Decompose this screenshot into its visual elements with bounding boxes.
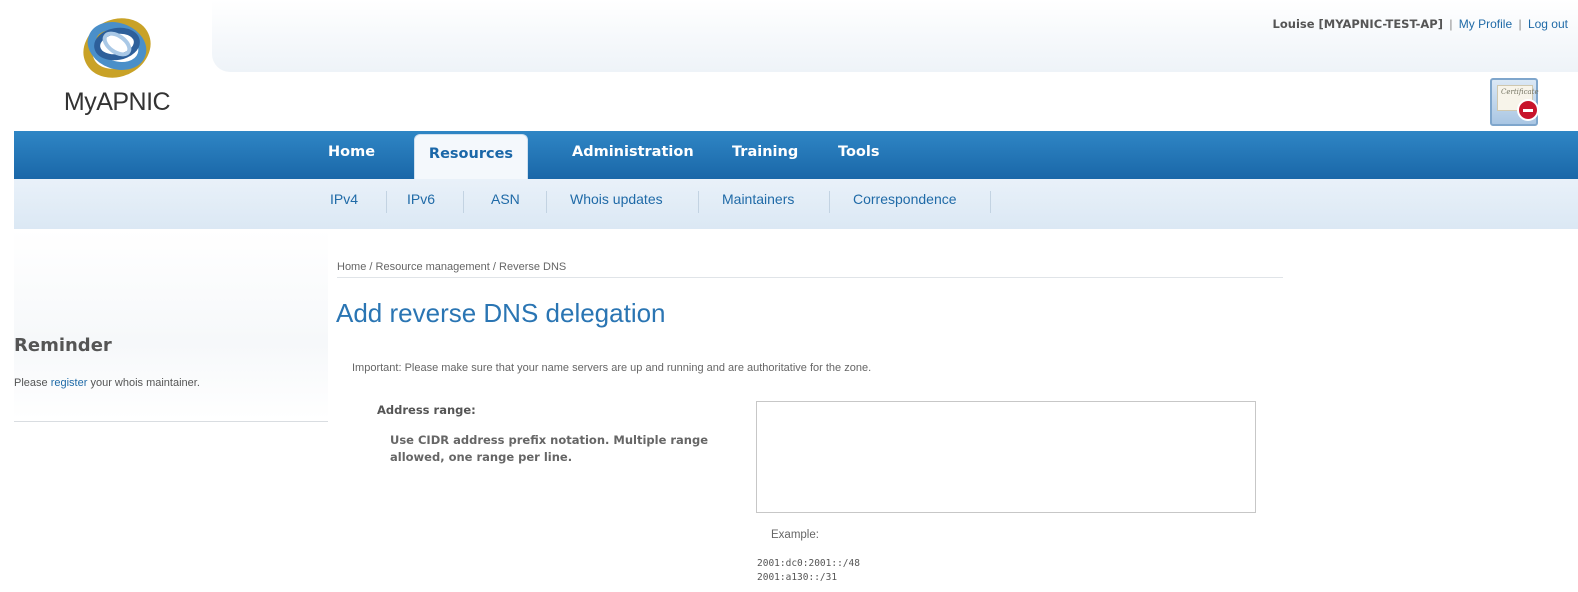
certificate-label: Certificate — [1501, 88, 1539, 96]
no-entry-icon — [1517, 99, 1539, 121]
sidebar-divider — [14, 421, 328, 422]
log-out-link[interactable]: Log out — [1528, 17, 1568, 31]
example-label: Example: — [771, 529, 819, 541]
subnav-asn[interactable]: ASN — [491, 191, 520, 207]
user-bar: Louise [MYAPNIC-TEST-AP] | My Profile | … — [1273, 17, 1568, 31]
reminder-text: Please register your whois maintainer. — [14, 377, 200, 389]
subnav-correspondence[interactable]: Correspondence — [853, 191, 957, 207]
header-band — [212, 0, 1578, 72]
myapnic-logo[interactable]: MyAPNIC — [52, 6, 182, 122]
breadcrumb: Home / Resource management / Reverse DNS — [337, 261, 567, 273]
subnav-whois-updates[interactable]: Whois updates — [570, 191, 663, 207]
subnav-divider — [386, 191, 387, 213]
subnav-maintainers[interactable]: Maintainers — [722, 191, 794, 207]
nav-training[interactable]: Training — [732, 131, 798, 179]
reminder-suffix: your whois maintainer. — [90, 377, 200, 389]
separator: | — [1449, 17, 1453, 31]
breadcrumb-divider — [337, 277, 1283, 278]
nav-administration[interactable]: Administration — [572, 131, 694, 179]
subnav-divider — [829, 191, 830, 213]
subnav-divider — [990, 191, 991, 213]
separator: | — [1518, 17, 1522, 31]
register-link[interactable]: register — [51, 377, 88, 389]
my-profile-link[interactable]: My Profile — [1459, 17, 1512, 31]
nav-home[interactable]: Home — [328, 131, 375, 179]
nav-tools[interactable]: Tools — [838, 131, 880, 179]
certificate-status-button[interactable]: Certificate — [1490, 78, 1539, 126]
page-header: MyAPNIC Louise [MYAPNIC-TEST-AP] | My Pr… — [0, 0, 1578, 131]
subnav-ipv4[interactable]: IPv4 — [330, 191, 358, 207]
apnic-swirl-icon — [83, 18, 151, 78]
important-notice: Important: Please make sure that your na… — [352, 362, 872, 374]
main-nav: Home Resources Administration Training T… — [14, 131, 1578, 179]
subnav-divider — [546, 191, 547, 213]
reminder-heading: Reminder — [14, 335, 112, 356]
address-range-help: Use CIDR address prefix notation. Multip… — [390, 433, 709, 464]
logo-text: MyAPNIC — [63, 88, 171, 116]
subnav-divider — [463, 191, 464, 213]
sidebar — [14, 229, 328, 419]
nav-resources[interactable]: Resources — [414, 134, 528, 179]
subnav-ipv6[interactable]: IPv6 — [407, 191, 435, 207]
example-ipv6-range: 2001:dc0:2001::/48 — [757, 558, 860, 569]
page-title: Add reverse DNS delegation — [336, 298, 666, 328]
example-ipv6-range: 2001:a130::/31 — [757, 572, 838, 583]
subnav-divider — [698, 191, 699, 213]
user-name: Louise [MYAPNIC-TEST-AP] — [1272, 17, 1443, 31]
address-range-label: Address range: — [377, 403, 476, 417]
address-range-input[interactable] — [756, 401, 1256, 513]
sub-nav: IPv4 IPv6 ASN Whois updates Maintainers … — [14, 179, 1578, 229]
reminder-prefix: Please — [14, 377, 48, 389]
